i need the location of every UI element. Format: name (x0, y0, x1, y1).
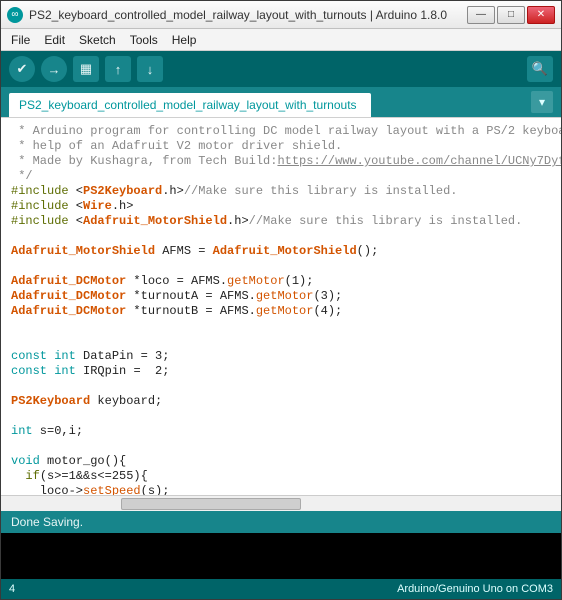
serial-monitor-button[interactable]: 🔍 (527, 56, 553, 82)
tab-strip: PS2_keyboard_controlled_model_railway_la… (1, 87, 561, 117)
code-text: *turnoutA = AFMS. (126, 289, 256, 303)
verify-button[interactable]: ✔ (9, 56, 35, 82)
type-name: Adafruit_DCMotor (11, 274, 126, 288)
func-call: getMotor (256, 304, 314, 318)
code-text: s=0,i; (33, 424, 83, 438)
toolbar: ✔ → ▦ ↑ ↓ 🔍 (1, 51, 561, 87)
comment-line: * Made by Kushagra, from Tech Build: (11, 154, 277, 168)
code-text (11, 469, 25, 483)
code-text: AFMS = (155, 244, 213, 258)
code-text: IRQpin = 2; (76, 364, 170, 378)
lib-name: Wire (83, 199, 112, 213)
horizontal-scrollbar[interactable] (1, 495, 561, 511)
code-text: (s); (141, 484, 170, 495)
code-editor[interactable]: * Arduino program for controlling DC mod… (1, 118, 561, 495)
code-text: loco-> (11, 484, 83, 495)
code-text: (4); (313, 304, 342, 318)
func-call: getMotor (227, 274, 285, 288)
check-icon: ✔ (17, 61, 28, 77)
include-keyword: #include (11, 214, 69, 228)
include-keyword: #include (11, 199, 69, 213)
code-text: (); (357, 244, 379, 258)
code-text: (1); (285, 274, 314, 288)
func-call: getMotor (256, 289, 314, 303)
code-text: (s>=1&&s<=255){ (40, 469, 148, 483)
lib-ext: .h (112, 199, 126, 213)
ctor-name: Adafruit_MotorShield (213, 244, 357, 258)
lib-ext: .h (162, 184, 176, 198)
lib-name: PS2Keyboard (83, 184, 162, 198)
status-bar: Done Saving. (1, 511, 561, 533)
arrow-right-icon: → (48, 62, 61, 77)
footer-bar: 4 Arduino/Genuino Uno on COM3 (1, 579, 561, 599)
new-button[interactable]: ▦ (73, 56, 99, 82)
titlebar[interactable]: ∞ PS2_keyboard_controlled_model_railway_… (1, 1, 561, 29)
code-text: motor_go(){ (40, 454, 126, 468)
tab-menu-button[interactable]: ▾ (531, 91, 553, 113)
status-message: Done Saving. (11, 515, 83, 529)
menubar: File Edit Sketch Tools Help (1, 29, 561, 51)
sketch-tab[interactable]: PS2_keyboard_controlled_model_railway_la… (9, 93, 371, 117)
open-button[interactable]: ↑ (105, 56, 131, 82)
maximize-button[interactable]: □ (497, 6, 525, 24)
keyword: void (11, 454, 40, 468)
keyword: int (11, 424, 33, 438)
func-call: setSpeed (83, 484, 141, 495)
inline-comment: //Make sure this library is installed. (184, 184, 458, 198)
code-text: *turnoutB = AFMS. (126, 304, 256, 318)
save-button[interactable]: ↓ (137, 56, 163, 82)
keyword: if (25, 469, 39, 483)
lib-ext: .h (227, 214, 241, 228)
editor-area: * Arduino program for controlling DC mod… (1, 117, 561, 495)
menu-edit[interactable]: Edit (38, 31, 71, 49)
menu-file[interactable]: File (5, 31, 36, 49)
board-info: Arduino/Genuino Uno on COM3 (397, 583, 553, 595)
menu-help[interactable]: Help (166, 31, 203, 49)
type-name: Adafruit_DCMotor (11, 289, 126, 303)
type-name: PS2Keyboard (11, 394, 90, 408)
keyword: const (11, 349, 47, 363)
arduino-icon: ∞ (7, 7, 23, 23)
minimize-button[interactable]: — (467, 6, 495, 24)
include-keyword: #include (11, 184, 69, 198)
code-text: (3); (313, 289, 342, 303)
lib-name: Adafruit_MotorShield (83, 214, 227, 228)
save-icon: ↓ (147, 62, 154, 77)
inline-comment: //Make sure this library is installed. (249, 214, 523, 228)
code-text: DataPin = 3; (76, 349, 170, 363)
window-title: PS2_keyboard_controlled_model_railway_la… (29, 8, 467, 22)
keyword: int (54, 364, 76, 378)
app-window: ∞ PS2_keyboard_controlled_model_railway_… (0, 0, 562, 600)
comment-line: * Arduino program for controlling DC mod… (11, 124, 561, 138)
line-number: 4 (9, 583, 15, 595)
upload-button[interactable]: → (41, 56, 67, 82)
comment-line: * help of an Adafruit V2 motor driver sh… (11, 139, 342, 153)
open-icon: ↑ (115, 62, 122, 77)
type-name: Adafruit_DCMotor (11, 304, 126, 318)
keyword: const (11, 364, 47, 378)
type-name: Adafruit_MotorShield (11, 244, 155, 258)
code-text: *loco = AFMS. (126, 274, 227, 288)
menu-sketch[interactable]: Sketch (73, 31, 122, 49)
scrollbar-thumb[interactable] (121, 498, 301, 510)
menu-tools[interactable]: Tools (124, 31, 164, 49)
keyword: int (54, 349, 76, 363)
console-output[interactable] (1, 533, 561, 579)
comment-url: https://www.youtube.com/channel/UCNy7Dyf… (277, 154, 561, 168)
new-icon: ▦ (80, 61, 92, 77)
close-button[interactable]: ✕ (527, 6, 555, 24)
comment-line: */ (11, 169, 33, 183)
chevron-down-icon: ▾ (539, 95, 545, 109)
code-text: keyboard; (90, 394, 162, 408)
serial-icon: 🔍 (532, 61, 548, 77)
